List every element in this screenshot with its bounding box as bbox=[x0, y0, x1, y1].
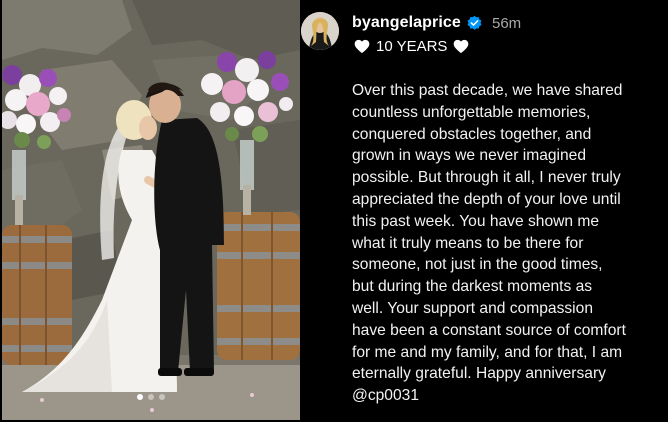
post-title-line: 10 YEARS bbox=[354, 38, 469, 55]
caption-line: Over this past decade, we have shared bbox=[352, 82, 623, 99]
caption-line: this past week. You have shown me bbox=[352, 212, 600, 230]
caption-line: have been a constant source of comfort bbox=[352, 321, 626, 339]
heart-icon bbox=[354, 39, 370, 54]
heart-icon bbox=[454, 39, 469, 54]
caption-line: appreciated the depth of your love until bbox=[352, 190, 621, 208]
caption-line: conquered obstacles together, and bbox=[352, 125, 592, 143]
caption-line: well. Your support and compassion bbox=[352, 299, 593, 317]
caption-line: possible. But through it all, I never tr… bbox=[352, 169, 621, 187]
caption-line: but during the darkest moments as bbox=[352, 278, 593, 296]
caption-text: Over this past decade, we have shared co… bbox=[352, 80, 664, 407]
profile-picture-icon bbox=[301, 12, 339, 50]
post-title: 10 YEARS bbox=[376, 38, 448, 55]
carousel-indicator[interactable] bbox=[2, 394, 300, 400]
carousel-dot[interactable] bbox=[159, 394, 165, 400]
mention-link[interactable]: @cp0031 bbox=[352, 385, 664, 407]
username[interactable]: byangelaprice bbox=[352, 14, 461, 32]
wedding-kiss-image bbox=[2, 0, 300, 420]
caption-line: what it truly means to be there for bbox=[352, 234, 584, 252]
carousel-dot[interactable] bbox=[148, 394, 154, 400]
caption-panel: byangelaprice 56m 10 YEARS Over this pas… bbox=[300, 0, 668, 422]
caption-line: eternally grateful. Happy anniversary bbox=[352, 365, 606, 383]
post-photo[interactable] bbox=[2, 0, 300, 420]
caption-line: someone, not just in the good times, bbox=[352, 256, 603, 274]
carousel-dot[interactable] bbox=[137, 394, 143, 400]
caption-line: for me and my family, and for that, I am bbox=[352, 343, 623, 361]
avatar[interactable] bbox=[301, 12, 339, 50]
verified-badge-icon bbox=[467, 15, 482, 30]
instagram-post: byangelaprice 56m 10 YEARS Over this pas… bbox=[0, 0, 668, 422]
post-header: byangelaprice 56m 10 YEARS bbox=[300, 12, 668, 60]
post-timestamp: 56m bbox=[492, 15, 522, 32]
caption-line: countless unforgettable memories, bbox=[352, 103, 591, 121]
caption-line: grown in ways we never imagined bbox=[352, 147, 587, 165]
